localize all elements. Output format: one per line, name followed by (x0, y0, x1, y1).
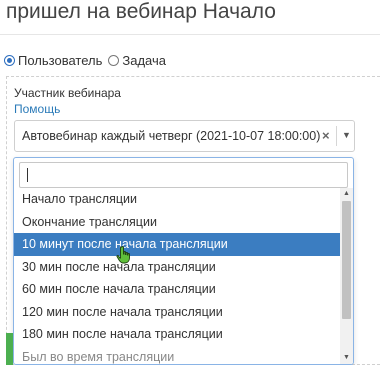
page-title: пришел на вебинар Начало (6, 0, 276, 23)
radio-user[interactable]: Пользователь (4, 53, 102, 68)
help-link[interactable]: Помощь (14, 102, 60, 116)
dropdown-option-highlighted[interactable]: 10 минут после начала трансляции (14, 233, 340, 256)
type-radio-group: Пользователь Задача (4, 53, 172, 68)
radio-checked-icon[interactable] (4, 55, 15, 66)
radio-task-label: Задача (122, 53, 166, 68)
dropdown-search-input[interactable] (19, 162, 348, 188)
dropdown-option[interactable]: Начало трансляции (14, 188, 340, 211)
select-value: Автовебинар каждый четверг (2021-10-07 1… (22, 129, 321, 143)
dropdown-option[interactable]: Был во время трансляции (14, 346, 340, 365)
scroll-down-icon[interactable]: ▼ (340, 352, 353, 364)
radio-unchecked-icon[interactable] (108, 55, 120, 66)
field-label: Участник вебинара (14, 86, 121, 100)
dropdown-option[interactable]: 180 мин после начала трансляции (14, 323, 340, 346)
radio-task[interactable]: Задача (108, 53, 166, 68)
divider (0, 34, 380, 35)
dropdown-option[interactable]: 60 мин после начала трансляции (14, 278, 340, 301)
dropdown-options: Начало трансляции Окончание трансляции 1… (14, 188, 340, 365)
select-separator (336, 126, 337, 146)
chevron-down-icon[interactable]: ▼ (342, 130, 351, 140)
dropdown-scrollbar[interactable]: ▲ ▼ (340, 188, 353, 364)
dropdown-option[interactable]: 120 мин после начала трансляции (14, 301, 340, 324)
dropdown-option[interactable]: Окончание трансляции (14, 211, 340, 234)
radio-user-label: Пользователь (18, 53, 103, 68)
scroll-up-icon[interactable]: ▲ (340, 188, 353, 200)
hand-pointer-icon (116, 246, 130, 264)
dropdown-menu: Начало трансляции Окончание трансляции 1… (13, 157, 354, 365)
save-button-edge[interactable] (6, 333, 13, 365)
dropdown-option[interactable]: 30 мин после начала трансляции (14, 256, 340, 279)
text-cursor (27, 168, 28, 182)
clear-icon[interactable]: × (322, 128, 330, 143)
webinar-select[interactable]: Автовебинар каждый четверг (2021-10-07 1… (14, 120, 355, 152)
scrollbar-thumb[interactable] (342, 201, 351, 319)
